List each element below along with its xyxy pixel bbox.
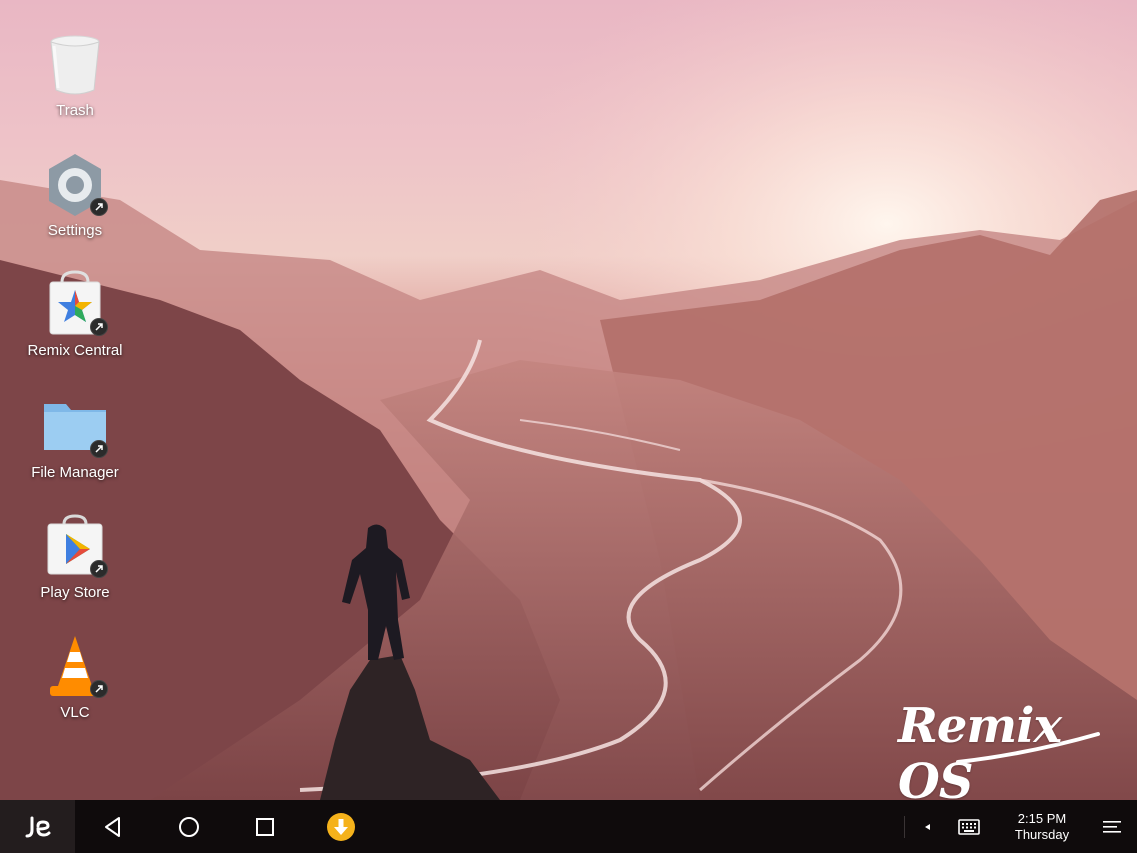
desktop-icon-settings[interactable]: Settings: [15, 146, 135, 256]
caret-left-icon: [925, 823, 930, 830]
back-icon: [105, 816, 120, 837]
desktop[interactable]: Trash Settings Remix Central File Manage…: [0, 0, 1137, 800]
remix-logo-icon: [25, 816, 50, 837]
menu-icon: [1103, 820, 1121, 833]
shortcut-arrow-icon: [90, 440, 108, 458]
home-icon: [179, 816, 199, 837]
desktop-icon-label: Remix Central: [27, 342, 123, 359]
shortcut-arrow-icon: [90, 318, 108, 336]
download-button[interactable]: [303, 800, 379, 853]
desktop-icon-label: VLC: [60, 704, 90, 721]
clock-time: 2:15 PM: [1017, 810, 1067, 826]
desktop-icon-label: Trash: [56, 102, 94, 119]
remix-os-logo: Remix OS: [898, 698, 1062, 800]
remix-os-watermark: Remix OS: [898, 692, 1108, 800]
recents-icon: [256, 817, 274, 836]
shortcut-arrow-icon: [90, 198, 108, 216]
desktop-icon-play-store[interactable]: Play Store: [15, 508, 135, 618]
notifications-button[interactable]: [1087, 800, 1137, 853]
start-button[interactable]: [0, 800, 75, 853]
home-button[interactable]: [151, 800, 227, 853]
keyboard-button[interactable]: [941, 800, 997, 853]
desktop-icon-label: File Manager: [31, 464, 119, 481]
desktop-icon-trash[interactable]: Trash: [15, 26, 135, 136]
system-tray: 2:15 PM Thursday: [904, 800, 1137, 853]
desktop-icon-label: Settings: [47, 222, 103, 239]
keyboard-icon: [958, 818, 980, 835]
wallpaper-image: [0, 0, 1137, 800]
clock[interactable]: 2:15 PM Thursday: [997, 800, 1087, 853]
tray-divider: [904, 815, 905, 838]
recents-button[interactable]: [227, 800, 303, 853]
desktop-icon-vlc[interactable]: VLC: [15, 628, 135, 738]
desktop-icon-remix-central[interactable]: Remix Central: [15, 266, 135, 376]
trash-icon: [50, 35, 100, 95]
taskbar: 2:15 PM Thursday: [0, 800, 1137, 853]
tray-expand-button[interactable]: [915, 800, 941, 853]
desktop-icon-label: Play Store: [40, 584, 110, 601]
download-icon: [327, 812, 355, 841]
back-button[interactable]: [75, 800, 151, 853]
clock-day: Thursday: [1014, 826, 1070, 842]
shortcut-arrow-icon: [90, 560, 108, 578]
shortcut-arrow-icon: [90, 680, 108, 698]
desktop-icon-file-manager[interactable]: File Manager: [15, 388, 135, 498]
